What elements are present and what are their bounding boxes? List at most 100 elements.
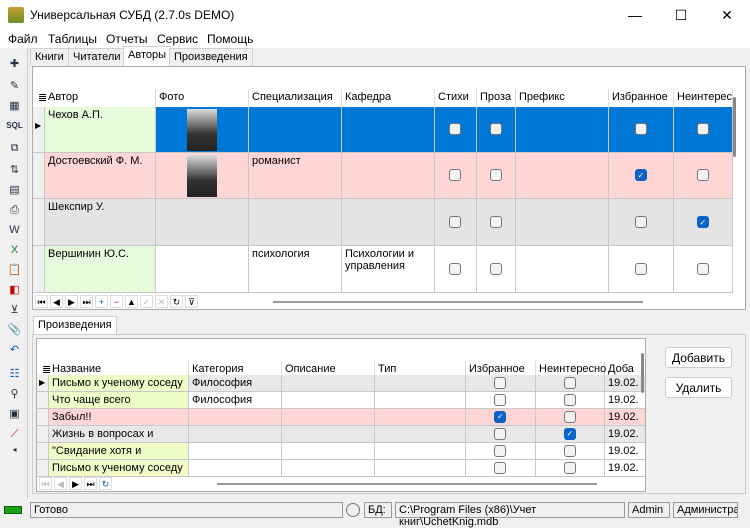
unint-checkbox[interactable]	[696, 169, 709, 181]
poems-checkbox[interactable]	[449, 123, 461, 135]
cell-cat[interactable]: Философия	[189, 392, 282, 409]
cell-unint[interactable]	[536, 426, 605, 443]
fav-checkbox[interactable]	[494, 462, 506, 474]
cell-spec[interactable]: психология	[249, 246, 342, 293]
binoculars-icon[interactable]: ⚲	[6, 386, 23, 402]
cell-unint[interactable]	[674, 107, 733, 153]
print-icon[interactable]: ⎙	[6, 202, 23, 218]
cell-author[interactable]: Достоевский Ф. М.	[45, 153, 156, 199]
cell-fav[interactable]	[466, 409, 536, 426]
fav-checkbox[interactable]	[634, 215, 647, 228]
column-header[interactable]: Проза	[477, 89, 516, 107]
unint-checkbox[interactable]	[563, 411, 576, 423]
cell-type[interactable]	[375, 426, 466, 443]
nav-first-icon[interactable]: ⏮	[35, 295, 48, 308]
nav-refresh-icon[interactable]: ↻	[170, 295, 183, 308]
cell-fav[interactable]	[466, 375, 536, 392]
cell-fav[interactable]	[609, 153, 674, 199]
cell-name[interactable]: Письмо к ученому соседу	[49, 460, 189, 477]
delete-button[interactable]: Удалить	[665, 377, 732, 398]
tab-authors[interactable]: Авторы	[123, 46, 171, 67]
column-header[interactable]: Избранное	[609, 89, 674, 107]
prose-checkbox[interactable]	[489, 123, 502, 135]
cell-author[interactable]: Чехов А.П.	[45, 107, 156, 153]
fav-checkbox[interactable]	[634, 123, 647, 135]
cell-photo[interactable]	[156, 199, 249, 246]
cell-name[interactable]: Забыл!!	[49, 409, 189, 426]
cell-type[interactable]	[375, 392, 466, 409]
relations-icon[interactable]: ⧉	[6, 140, 23, 156]
cell-desc[interactable]	[282, 443, 375, 460]
horizontal-scrollbar[interactable]	[273, 301, 643, 303]
cell-date[interactable]: 19.02.	[605, 460, 645, 477]
unint-checkbox[interactable]	[563, 462, 576, 474]
horizontal-scrollbar[interactable]	[217, 483, 597, 485]
row-indicator[interactable]	[33, 199, 45, 246]
nav-delete-icon[interactable]: −	[110, 295, 123, 308]
menu-help[interactable]: Помощь	[207, 32, 253, 46]
nav-last-icon[interactable]: ⏭	[84, 477, 97, 490]
cell-fav[interactable]	[466, 426, 536, 443]
cell-type[interactable]	[375, 443, 466, 460]
unint-checkbox[interactable]	[563, 394, 576, 406]
tree-icon[interactable]: ☷	[6, 366, 23, 382]
cell-poems[interactable]	[435, 199, 477, 246]
poems-checkbox[interactable]	[449, 262, 461, 275]
cell-date[interactable]: 19.02.	[605, 392, 645, 409]
row-indicator[interactable]	[37, 460, 49, 477]
backup-icon[interactable]: ◧	[6, 282, 23, 298]
fav-checkbox[interactable]	[494, 445, 506, 457]
cell-prefix[interactable]	[516, 107, 609, 153]
cell-prose[interactable]	[477, 246, 516, 293]
cell-unint[interactable]	[536, 392, 605, 409]
nav-first-icon[interactable]: ⏮	[39, 477, 52, 490]
prose-checkbox[interactable]	[489, 215, 502, 228]
prose-checkbox[interactable]	[489, 262, 502, 275]
cell-poems[interactable]	[435, 246, 477, 293]
cell-type[interactable]	[375, 460, 466, 477]
cell-type[interactable]	[375, 409, 466, 426]
fav-checkbox[interactable]	[494, 377, 506, 389]
cell-cat[interactable]	[189, 409, 282, 426]
cell-unint[interactable]	[536, 375, 605, 392]
unint-checkbox[interactable]	[563, 428, 576, 440]
fav-checkbox[interactable]	[494, 428, 506, 440]
nav-post-icon[interactable]: ✓	[140, 295, 153, 308]
more-arrow-icon[interactable]: ◂	[6, 442, 23, 458]
edit-table-icon[interactable]: ✎	[6, 78, 23, 94]
excel-icon[interactable]: X	[6, 242, 23, 258]
tab-books[interactable]: Книги	[30, 48, 69, 66]
cell-name[interactable]: Письмо к ученому соседу	[49, 375, 189, 392]
cell-photo[interactable]	[156, 107, 249, 153]
nav-edit-icon[interactable]: ▲	[125, 295, 138, 308]
cell-desc[interactable]	[282, 375, 375, 392]
row-indicator[interactable]	[37, 426, 49, 443]
close-button[interactable]: ✕	[704, 0, 750, 30]
cell-desc[interactable]	[282, 409, 375, 426]
nav-next-icon[interactable]: ▶	[69, 477, 82, 490]
cell-dept[interactable]	[342, 199, 435, 246]
cell-poems[interactable]	[435, 107, 477, 153]
column-header[interactable]: Стихи	[435, 89, 477, 107]
cell-fav[interactable]	[466, 443, 536, 460]
cell-prefix[interactable]	[516, 199, 609, 246]
column-header[interactable]: Фото	[156, 89, 249, 107]
chart-icon[interactable]: ⟋	[6, 426, 23, 442]
cell-prose[interactable]	[477, 153, 516, 199]
cell-date[interactable]: 19.02.	[605, 375, 645, 392]
row-indicator[interactable]: ▶	[33, 107, 45, 153]
cell-fav[interactable]	[609, 246, 674, 293]
maximize-button[interactable]: ☐	[658, 0, 704, 30]
cell-unint[interactable]	[674, 153, 733, 199]
vertical-scrollbar[interactable]	[733, 97, 736, 157]
prose-checkbox[interactable]	[489, 169, 502, 181]
poems-checkbox[interactable]	[449, 169, 461, 181]
cell-name[interactable]: "Свидание хотя и	[49, 443, 189, 460]
undo-icon[interactable]: ↶	[6, 342, 23, 358]
tab-readers[interactable]: Читатели	[68, 48, 126, 66]
tab-works-detail[interactable]: Произведения	[33, 316, 117, 335]
cell-prose[interactable]	[477, 199, 516, 246]
cell-poems[interactable]	[435, 153, 477, 199]
cell-unint[interactable]	[674, 199, 733, 246]
cell-unint[interactable]	[674, 246, 733, 293]
